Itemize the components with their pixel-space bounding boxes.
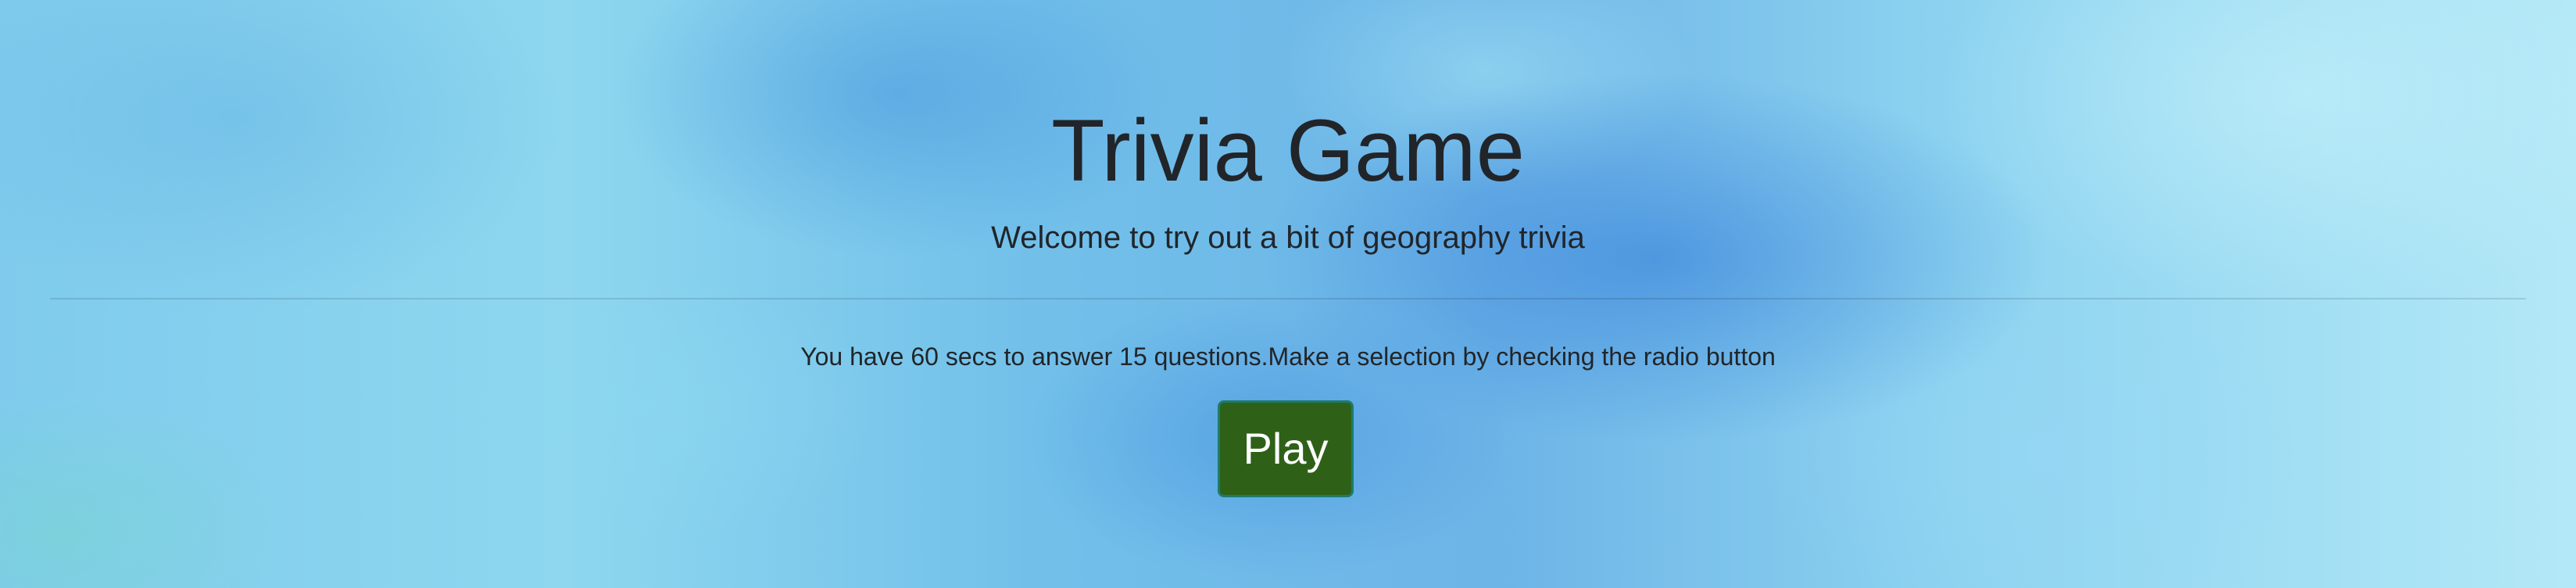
- page-subtitle: Welcome to try out a bit of geography tr…: [991, 220, 1585, 255]
- page-title: Trivia Game: [1051, 102, 1525, 199]
- divider: [50, 298, 2526, 299]
- instructions-text: You have 60 secs to answer 15 questions.…: [800, 342, 1776, 371]
- play-button[interactable]: Play: [1218, 400, 1354, 497]
- start-screen: Trivia Game Welcome to try out a bit of …: [0, 0, 2576, 588]
